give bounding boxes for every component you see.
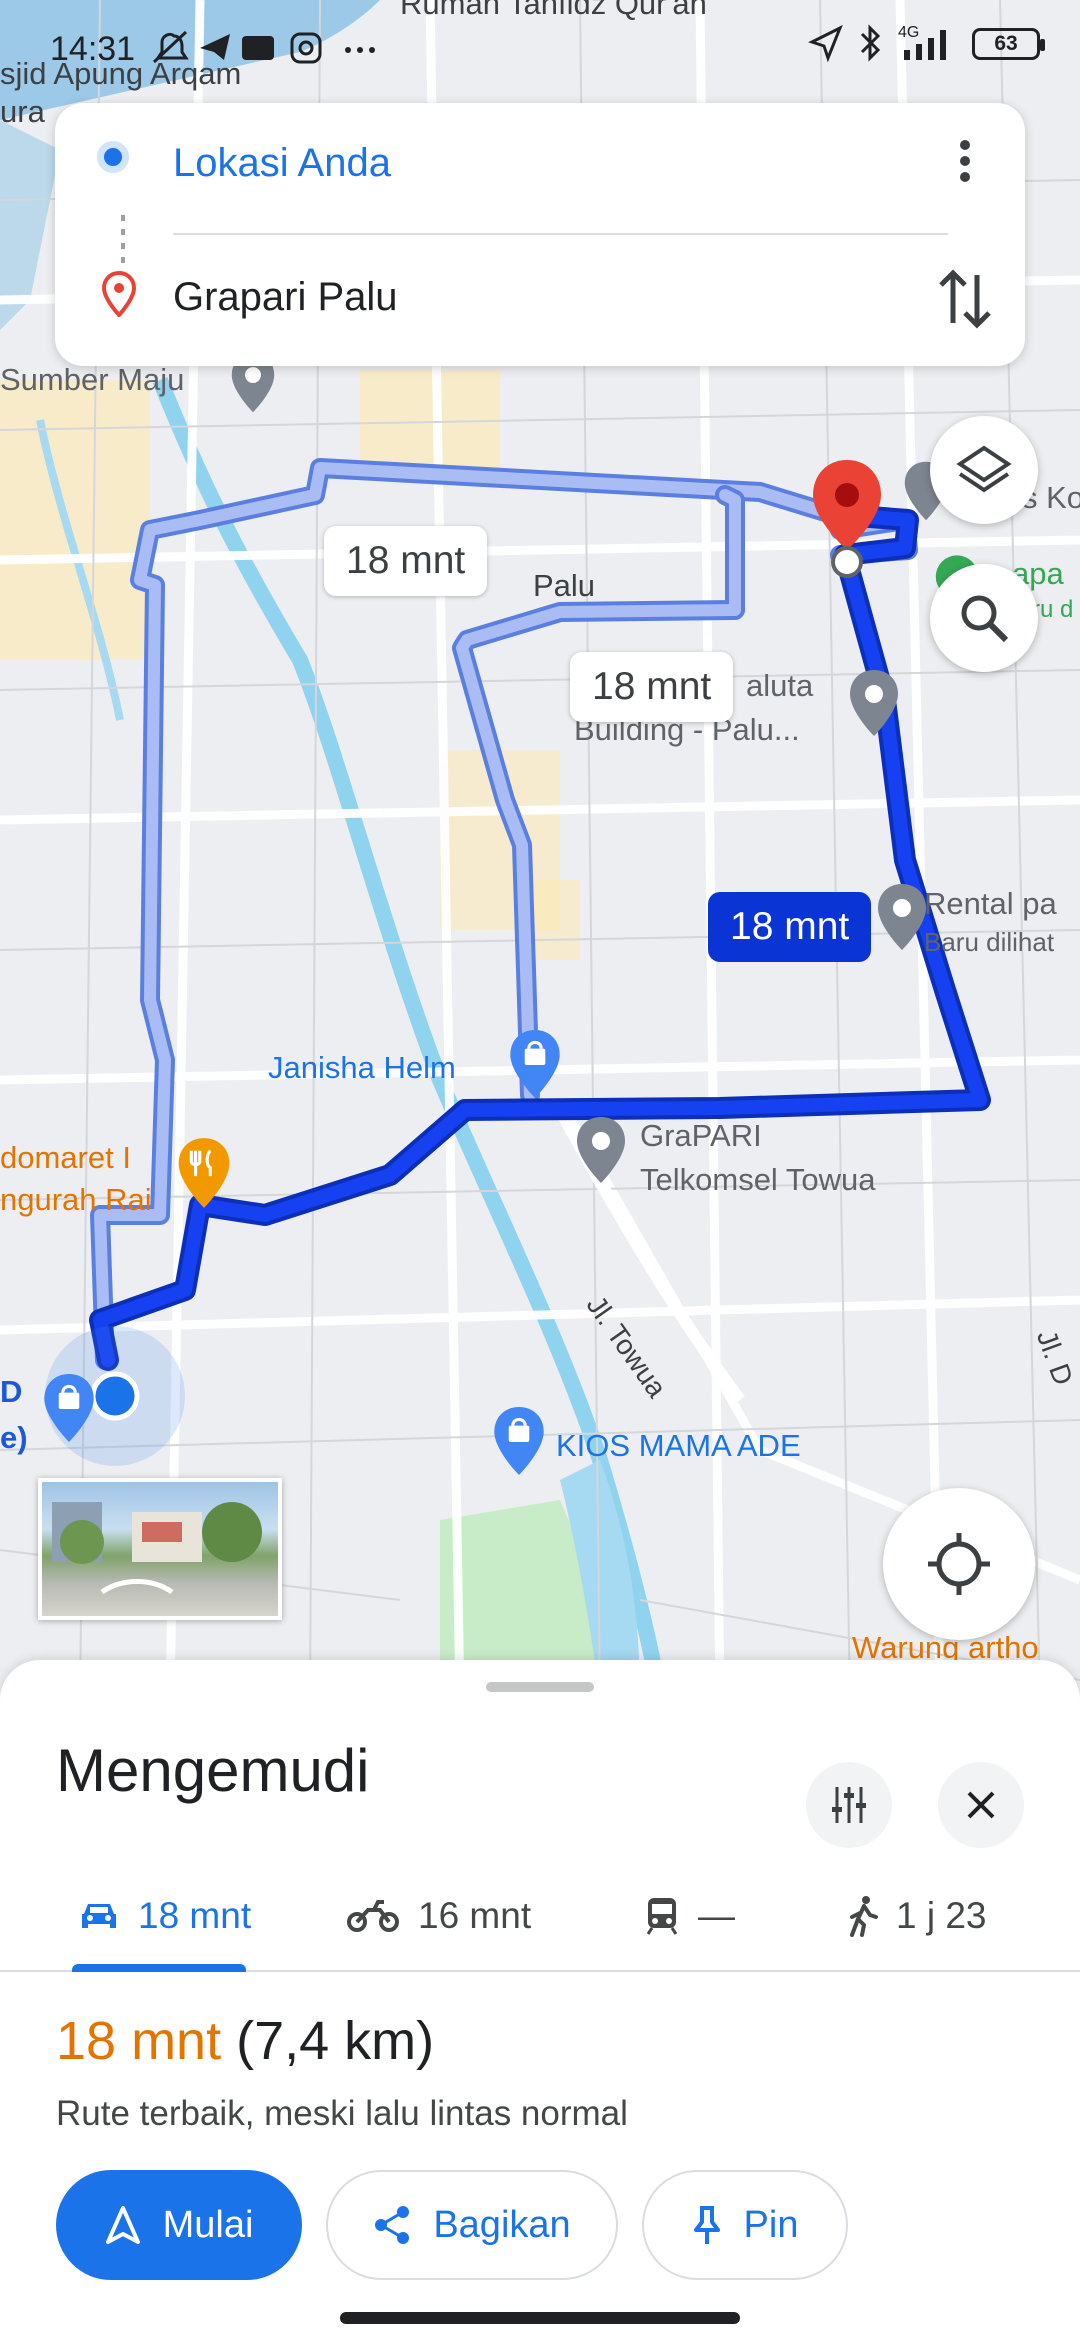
alt-route-2 bbox=[452, 485, 745, 1105]
route-summary: 18 mnt (7,4 km) bbox=[56, 2010, 434, 2072]
map-label-paluta-1: aluta bbox=[746, 668, 814, 703]
origin-dot-icon bbox=[97, 141, 129, 173]
battery-indicator: 63 bbox=[972, 28, 1045, 60]
map-label-grapari-1: GraPARI bbox=[640, 1118, 762, 1153]
tab-transit-label: — bbox=[698, 1895, 735, 1936]
swap-vert-icon bbox=[939, 269, 991, 329]
kios-shopping-pin-icon[interactable] bbox=[492, 1405, 546, 1477]
active-tab-indicator bbox=[72, 1964, 246, 1972]
sheet-title: Mengemudi bbox=[56, 1737, 370, 1804]
tab-walking-label: 1 j 23 bbox=[896, 1895, 987, 1936]
map-label-palu: Palu bbox=[533, 568, 596, 603]
pin-icon bbox=[693, 2206, 720, 2244]
route-connector bbox=[121, 215, 125, 265]
destination-field[interactable]: Grapari Palu bbox=[173, 275, 398, 320]
grapari-pin-icon[interactable] bbox=[575, 1115, 627, 1185]
layers-button[interactable] bbox=[930, 416, 1038, 524]
map-label-rental-2: Baru dilihat bbox=[924, 927, 1055, 957]
status-time: 14:31 bbox=[50, 30, 136, 68]
tab-walking[interactable]: 1 j 23 bbox=[848, 1860, 987, 1972]
motorcycle-icon bbox=[347, 1900, 399, 1932]
route-description: Rute terbaik, meski lalu lintas normal bbox=[56, 2094, 628, 2133]
map-label-kios: KIOS MAMA ADE bbox=[556, 1428, 801, 1463]
map-label-indomaret-2: ngurah Rai bbox=[0, 1182, 152, 1217]
swap-origin-destination-button[interactable] bbox=[933, 263, 997, 335]
car-icon bbox=[82, 1904, 116, 1928]
tab-transit[interactable]: — bbox=[644, 1860, 735, 1972]
map-label-indomaret-1: domaret I bbox=[0, 1140, 131, 1175]
rental-pin-icon[interactable] bbox=[876, 882, 928, 952]
tab-driving[interactable]: 18 mnt bbox=[72, 1860, 252, 1972]
route-duration: 18 mnt bbox=[56, 2011, 222, 2071]
map-label-grapari-2: Telkomsel Towua bbox=[640, 1162, 876, 1197]
route-options-button[interactable] bbox=[806, 1762, 892, 1848]
tab-motorcycle-label: 16 mnt bbox=[418, 1895, 532, 1936]
map-label-left-shop-2: e) bbox=[0, 1420, 28, 1455]
close-button[interactable] bbox=[938, 1762, 1024, 1848]
field-divider bbox=[173, 233, 948, 235]
share-icon bbox=[375, 2206, 410, 2244]
start-navigation-button[interactable]: Mulai bbox=[56, 2170, 302, 2280]
map-label-sumber-maju: Sumber Maju bbox=[0, 362, 185, 397]
tab-motorcycle[interactable]: 16 mnt bbox=[346, 1860, 531, 1972]
alt-route-1-time[interactable]: 18 mnt bbox=[324, 526, 488, 596]
walk-icon bbox=[850, 1896, 878, 1937]
route-distance: (7,4 km) bbox=[236, 2011, 435, 2071]
alt-route-2-time[interactable]: 18 mnt bbox=[570, 652, 734, 722]
location-arrow-icon bbox=[808, 24, 843, 63]
janisha-shopping-pin-icon[interactable] bbox=[508, 1028, 562, 1100]
system-icons: 4G 63 bbox=[808, 24, 1045, 64]
map-label-rental-1: Rental pa bbox=[924, 886, 1057, 921]
street-view-thumbnail[interactable] bbox=[38, 1478, 282, 1620]
directions-bottom-sheet: Mengemudi 18 mnt 16 mnt — 1 j 23 18 mnt … bbox=[0, 1660, 1080, 2340]
layers-icon bbox=[956, 445, 1012, 493]
transit-icon bbox=[646, 1898, 678, 1935]
share-button[interactable]: Bagikan bbox=[326, 2170, 618, 2280]
notification-icons-glyphs bbox=[152, 30, 375, 64]
travel-mode-tabs: 18 mnt 16 mnt — 1 j 23 bbox=[0, 1860, 1080, 1972]
destination-marker-icon bbox=[102, 271, 136, 317]
map-label-left-shop-1: D bbox=[0, 1374, 23, 1409]
navigation-icon bbox=[105, 2206, 140, 2244]
main-route-time[interactable]: 18 mnt bbox=[708, 892, 872, 962]
left-shopping-pin-icon[interactable] bbox=[42, 1372, 96, 1444]
start-navigation-label: Mulai bbox=[162, 2203, 254, 2246]
my-location-button[interactable] bbox=[883, 1488, 1035, 1640]
map-label-masjid-2: ura bbox=[0, 94, 45, 129]
more-vert-icon bbox=[960, 140, 970, 182]
restaurant-pin-icon[interactable] bbox=[176, 1136, 232, 1210]
map-label-green-2: ru d bbox=[1032, 596, 1074, 623]
pin-label: Pin bbox=[743, 2203, 799, 2246]
street-view-image bbox=[52, 1502, 262, 1595]
pin-button[interactable]: Pin bbox=[642, 2170, 848, 2280]
directions-card: Lokasi Anda Grapari Palu bbox=[55, 103, 1025, 366]
paluta-pin-icon[interactable] bbox=[848, 668, 900, 738]
rotate-360-icon bbox=[100, 1579, 174, 1595]
signal-icon: 4G bbox=[898, 24, 958, 64]
map-label-janisha: Janisha Helm bbox=[268, 1050, 456, 1085]
notification-icons bbox=[150, 28, 400, 76]
tab-driving-label: 18 mnt bbox=[138, 1895, 252, 1936]
bluetooth-icon bbox=[860, 24, 881, 62]
status-bar: 14:31 4G 63 bbox=[0, 0, 1080, 96]
my-location-icon bbox=[928, 1533, 990, 1595]
system-navigation-handle[interactable] bbox=[340, 2312, 740, 2324]
search-icon bbox=[961, 595, 1009, 643]
more-options-button[interactable] bbox=[945, 133, 985, 189]
tune-icon bbox=[832, 1787, 866, 1823]
destination-pin-icon[interactable] bbox=[810, 458, 884, 578]
close-icon bbox=[967, 1791, 995, 1819]
origin-field[interactable]: Lokasi Anda bbox=[173, 141, 391, 186]
sheet-drag-handle[interactable] bbox=[486, 1682, 594, 1692]
search-along-route-button[interactable] bbox=[930, 564, 1038, 672]
origin-location-dot bbox=[90, 1371, 140, 1421]
share-label: Bagikan bbox=[433, 2203, 571, 2246]
